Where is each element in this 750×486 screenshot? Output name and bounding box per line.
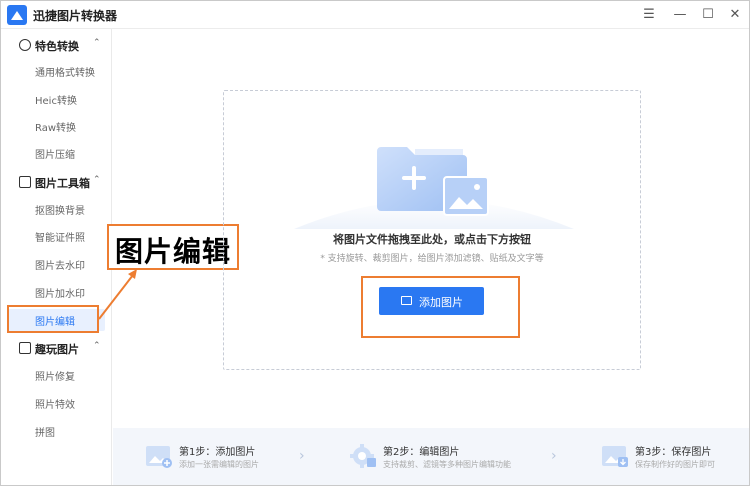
- app-title: 迅捷图片转换器: [33, 9, 118, 23]
- step-desc: 保存制作好的图片即可: [635, 460, 715, 469]
- group-label: 特色转换: [35, 40, 79, 53]
- step-title: 第1步：添加图片: [179, 447, 256, 458]
- sidebar-group-toolbox[interactable]: 图片工具箱 ⌃: [1, 170, 112, 196]
- chevron-up-icon: ⌃: [93, 341, 101, 351]
- sidebar-item-label: 图片压缩: [35, 150, 75, 161]
- sidebar-item-remove-watermark[interactable]: 图片去水印: [7, 253, 105, 275]
- step-desc: 支持裁剪、滤镜等多种图片编辑功能: [383, 460, 511, 469]
- sidebar-item-label: 图片去水印: [35, 261, 85, 272]
- chevron-up-icon: ⌃: [93, 175, 101, 185]
- sidebar-item-format-convert[interactable]: 通用格式转换: [7, 60, 105, 82]
- close-icon[interactable]: ✕: [724, 5, 746, 25]
- title-bar[interactable]: 迅捷图片转换器 ☰ — ☐ ✕: [1, 1, 749, 29]
- chevron-up-icon: ⌃: [93, 38, 101, 48]
- sidebar-item-raw-convert[interactable]: Raw转换: [7, 115, 105, 137]
- minimize-icon[interactable]: —: [669, 5, 691, 25]
- folder-image-icon: [294, 147, 574, 229]
- sidebar-item-photo-effects[interactable]: 照片特效: [7, 392, 105, 414]
- sidebar: 特色转换 ⌃ 通用格式转换 Heic转换 Raw转换 图片压缩 图片工具箱 ⌃ …: [1, 29, 112, 485]
- sidebar-item-label: 通用格式转换: [35, 68, 95, 79]
- sidebar-group-fun[interactable]: 趣玩图片 ⌃: [1, 336, 112, 362]
- annotation-callout: 图片编辑: [107, 224, 239, 270]
- callout-label: 图片编辑: [115, 235, 232, 268]
- sidebar-item-collage[interactable]: 拼图: [7, 420, 105, 442]
- maximize-icon[interactable]: ☐: [697, 5, 719, 25]
- sidebar-item-label: 智能证件照: [35, 233, 85, 244]
- sidebar-item-label: 抠图换背景: [35, 206, 85, 217]
- sidebar-item-add-watermark[interactable]: 图片加水印: [7, 281, 105, 303]
- save-picture-step-icon: [602, 446, 628, 467]
- sidebar-item-compress[interactable]: 图片压缩: [7, 142, 105, 164]
- convert-icon: [19, 39, 31, 51]
- sidebar-group-special-convert[interactable]: 特色转换 ⌃: [1, 33, 112, 59]
- image-icon: [19, 342, 31, 354]
- chevron-right-icon: ›: [299, 448, 305, 464]
- annotation-highlight-sidebar: [7, 305, 99, 333]
- step-desc: 添加一张需编辑的图片: [179, 460, 259, 469]
- gear-step-icon: [350, 444, 376, 468]
- sidebar-item-label: 拼图: [35, 428, 55, 439]
- menu-icon[interactable]: ☰: [638, 5, 660, 25]
- sidebar-item-id-photo[interactable]: 智能证件照: [7, 225, 105, 247]
- sidebar-item-photo-repair[interactable]: 照片修复: [7, 364, 105, 386]
- annotation-highlight-button: [361, 276, 520, 338]
- toolbox-icon: [19, 176, 31, 188]
- app-window: 迅捷图片转换器 ☰ — ☐ ✕ 特色转换 ⌃ 通用格式转换 Heic转换 Raw…: [0, 0, 750, 486]
- app-logo-icon: [7, 5, 27, 25]
- drop-zone-subtitle: * 支持旋转、裁剪图片，给图片添加滤镜、贴纸及文字等: [320, 254, 544, 264]
- sidebar-item-label: 图片加水印: [35, 289, 85, 300]
- sidebar-item-cutout[interactable]: 抠图换背景: [7, 198, 105, 220]
- sidebar-item-label: 照片修复: [35, 372, 75, 383]
- drop-zone-title: 将图片文件拖拽至此处，或点击下方按钮: [333, 233, 531, 246]
- sidebar-item-label: Heic转换: [35, 96, 77, 107]
- add-picture-step-icon: [146, 446, 172, 468]
- group-label: 趣玩图片: [35, 343, 79, 356]
- steps-bar: 第1步：添加图片 添加一张需编辑的图片 › 第2步：编辑图片 支持裁剪、滤镜等多…: [113, 428, 749, 485]
- step-title: 第2步：编辑图片: [383, 447, 460, 458]
- step-title: 第3步：保存图片: [635, 447, 712, 458]
- group-label: 图片工具箱: [35, 177, 90, 190]
- sidebar-item-label: Raw转换: [35, 123, 77, 134]
- sidebar-item-label: 照片特效: [35, 400, 75, 411]
- sidebar-item-heic-convert[interactable]: Heic转换: [7, 88, 105, 110]
- chevron-right-icon: ›: [551, 448, 557, 464]
